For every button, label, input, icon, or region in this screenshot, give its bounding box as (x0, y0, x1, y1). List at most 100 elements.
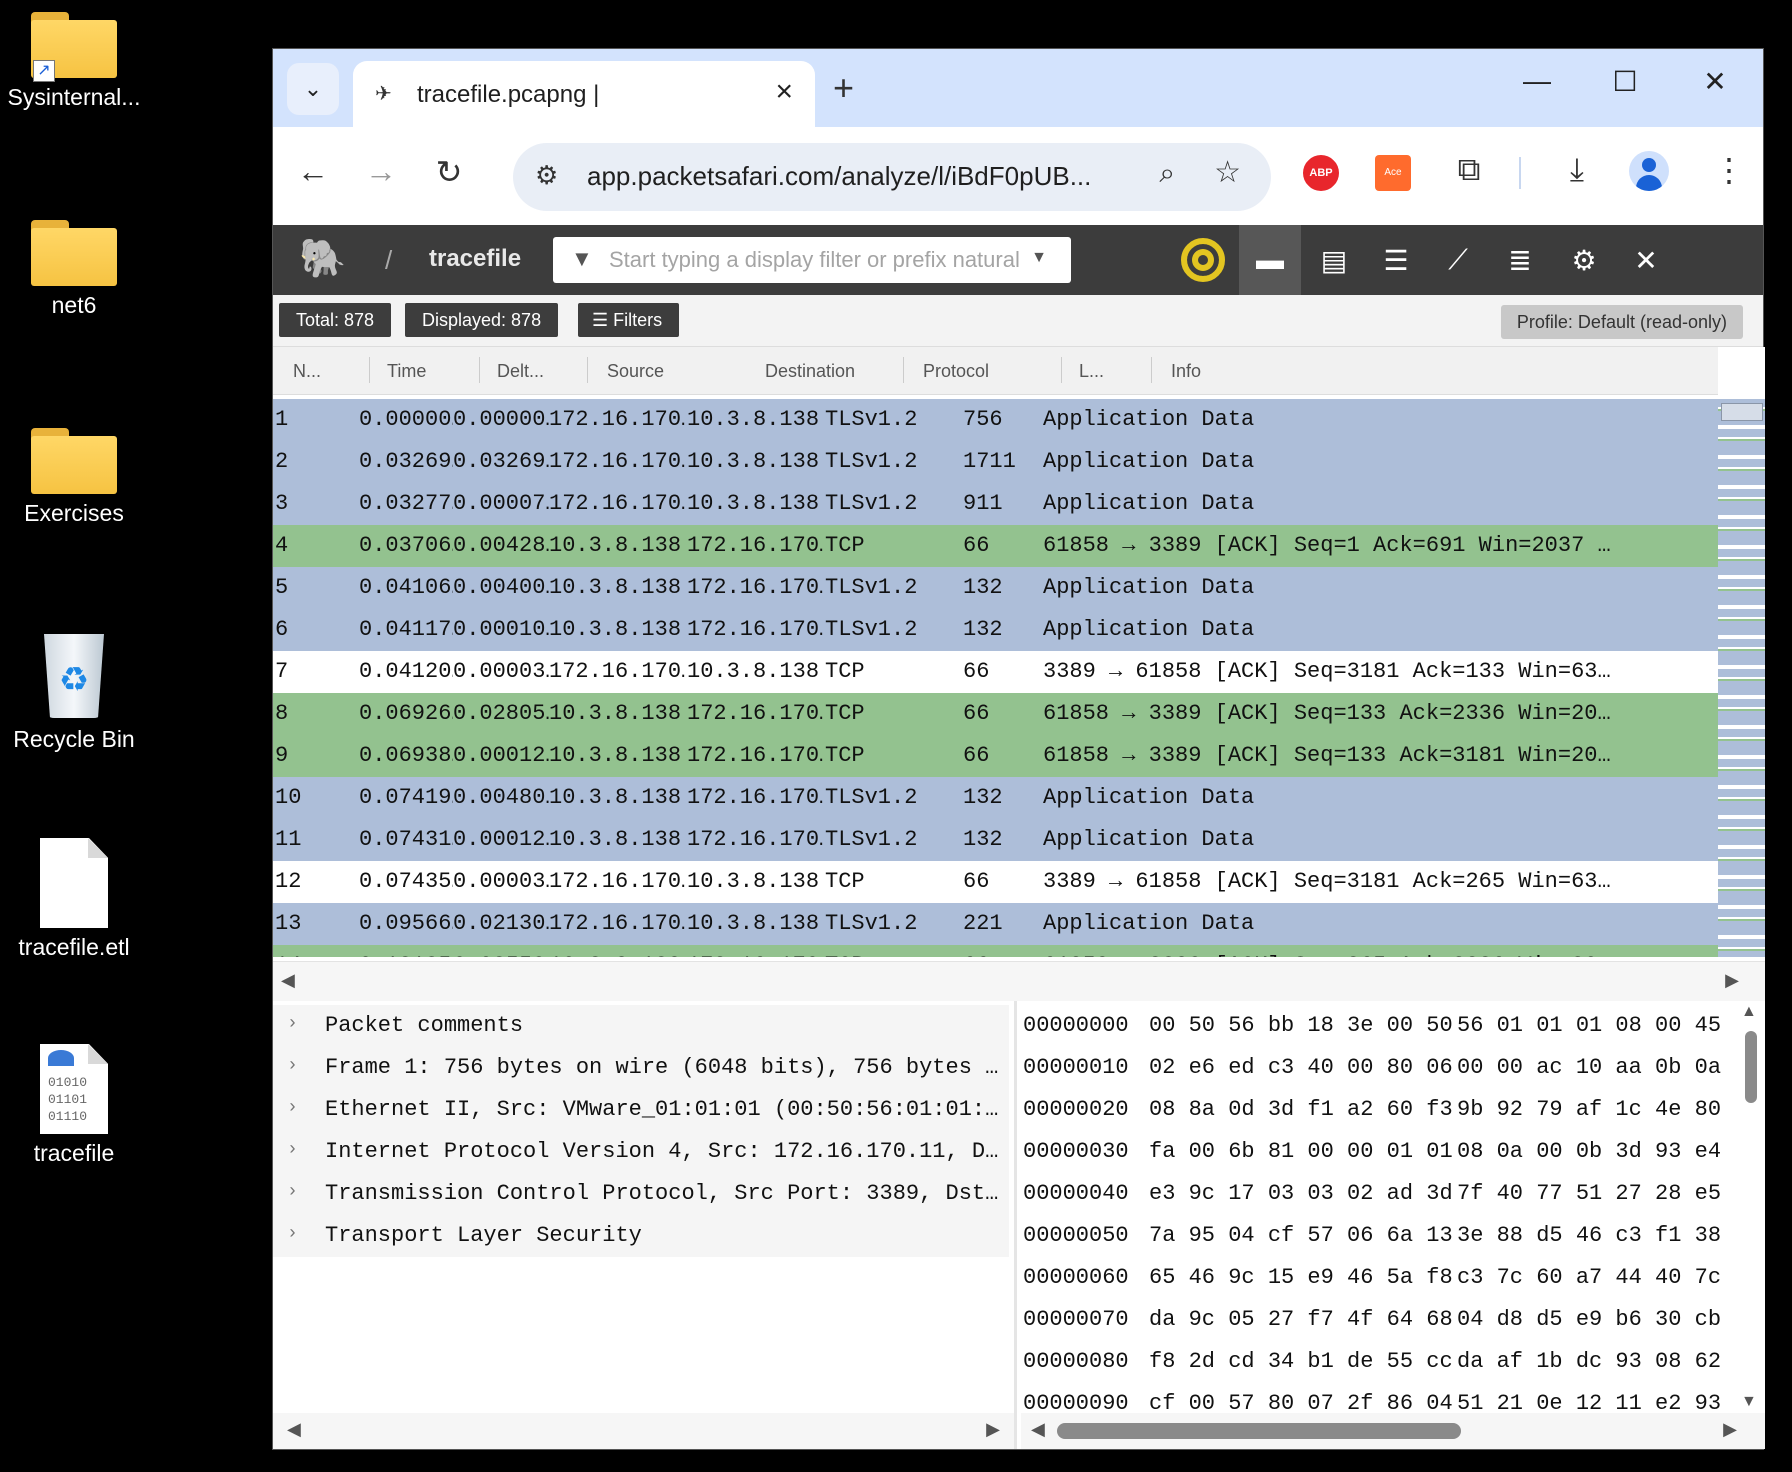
packet-row[interactable]: 7 0.04120…0.00003…172.16.170…10.3.8.138TC… (273, 651, 1718, 693)
packet-row[interactable]: 6 0.04117…0.00010…10.3.8.138172.16.170…TL… (273, 609, 1718, 651)
open-file-folder-icon[interactable]: ▬ (1239, 225, 1301, 295)
scroll-left-icon[interactable]: ◀ (1031, 1419, 1045, 1440)
packet-minimap[interactable] (1718, 399, 1765, 957)
desktop-icon-net6[interactable]: net6 (0, 220, 148, 319)
desktop-icon-tracefile[interactable]: 01010 01101 01110 tracefile (0, 1044, 148, 1167)
col-header-protocol[interactable]: Protocol (923, 361, 989, 382)
statistics-chart-icon[interactable]: ⟋ (1427, 225, 1489, 295)
col-header-delta[interactable]: Delt... (497, 361, 544, 382)
minimize-button[interactable]: — (1515, 65, 1559, 97)
packet-row[interactable]: 13 0.09566…0.02130…172.16.170…10.3.8.138T… (273, 903, 1718, 945)
browser-tab[interactable]: ✈ tracefile.pcapng | × (353, 61, 815, 127)
packet-row[interactable]: 9 0.06938…0.00012…10.3.8.138172.16.170…TC… (273, 735, 1718, 777)
detail-tree-node[interactable]: › Ethernet II, Src: VMware_01:01:01 (00:5… (273, 1089, 1009, 1131)
scroll-left-icon[interactable]: ◀ (287, 1419, 301, 1440)
maximize-button[interactable]: ☐ (1603, 65, 1647, 98)
bytes-hscroll[interactable]: ◀ ▶ (1021, 1413, 1765, 1449)
hex-row[interactable]: 00000030 fa 00 6b 81 00 00 01 01 08 0a 00 … (1021, 1131, 1727, 1173)
chevron-right-icon[interactable]: › (287, 1224, 298, 1244)
chevron-right-icon[interactable]: › (287, 1182, 298, 1202)
hex-row[interactable]: 00000000 00 50 56 bb 18 3e 00 50 56 01 01 … (1021, 1005, 1727, 1047)
extensions-puzzle-icon[interactable]: ⧉ (1447, 151, 1491, 189)
scroll-left-icon[interactable]: ◀ (281, 970, 295, 991)
address-bar[interactable]: ⚙ app.packetsafari.com/analyze/l/iBdF0pU… (513, 143, 1271, 211)
col-header-no[interactable]: N... (293, 361, 321, 382)
packet-row[interactable]: 14 0.13125…0.03559…10.3.8.138172.16.170…T… (273, 945, 1718, 957)
adblock-extension-icon[interactable]: ABP (1303, 155, 1339, 191)
detail-tree-node[interactable]: › Packet comments (273, 1005, 1009, 1047)
packet-row[interactable]: 8 0.06926…0.02805…10.3.8.138172.16.170…TC… (273, 693, 1718, 735)
detail-tree-node[interactable]: › Transmission Control Protocol, Src Port… (273, 1173, 1009, 1215)
desktop-icon-sysinternals[interactable]: ↗ Sysinternal... (0, 12, 148, 111)
new-tab-button[interactable]: + (833, 67, 854, 109)
chevron-right-icon[interactable]: › (287, 1014, 298, 1034)
scroll-up-icon[interactable]: ▲ (1741, 1003, 1757, 1021)
chevron-right-icon[interactable]: › (287, 1098, 298, 1118)
tab-search-button[interactable]: ⌄ (287, 63, 339, 115)
close-window-button[interactable]: ✕ (1693, 65, 1737, 98)
desktop-icon-recycle-bin[interactable]: ♻ Recycle Bin (0, 624, 148, 753)
hscroll-thumb[interactable] (1057, 1423, 1461, 1439)
elephant-logo-icon[interactable]: 🐘 (299, 237, 346, 281)
packet-row[interactable]: 3 0.03277…0.00007…172.16.170…10.3.8.138TL… (273, 483, 1718, 525)
col-header-info[interactable]: Info (1171, 361, 1201, 382)
detail-tree-node[interactable]: › Transport Layer Security (273, 1215, 1009, 1257)
ace-extension-icon[interactable]: Ace (1375, 155, 1411, 191)
ai-assistant-icon[interactable] (1181, 238, 1225, 282)
back-button[interactable]: ← (291, 153, 335, 190)
detail-tree-node[interactable]: › Internet Protocol Version 4, Src: 172.1… (273, 1131, 1009, 1173)
hex-row[interactable]: 00000070 da 9c 05 27 f7 4f 64 68 04 d8 d5 … (1021, 1299, 1727, 1341)
profile-avatar[interactable] (1629, 151, 1669, 191)
hex-row[interactable]: 00000020 08 8a 0d 3d f1 a2 60 f3 9b 92 79 … (1021, 1089, 1727, 1131)
col-header-destination[interactable]: Destination (765, 361, 855, 382)
detail-tree-node[interactable]: › Frame 1: 756 bytes on wire (6048 bits),… (273, 1047, 1009, 1089)
scroll-right-icon[interactable]: ▶ (1723, 1419, 1737, 1440)
packet-row[interactable]: 10.00000…0.00000…172.16.170…10.3.8.138TL… (273, 399, 1718, 441)
chevron-right-icon[interactable]: › (287, 1056, 298, 1076)
hex-row[interactable]: 00000010 02 e6 ed c3 40 00 80 06 00 00 ac … (1021, 1047, 1727, 1089)
download-icon[interactable]: ⤓ (1555, 151, 1599, 189)
comment-icon[interactable]: ▤ (1303, 225, 1365, 295)
packet-row[interactable]: 4 0.03706…0.00428…10.3.8.138172.16.170…TC… (273, 525, 1718, 567)
profile-badge[interactable]: Profile: Default (read-only) (1500, 305, 1743, 339)
filter-dropdown-icon[interactable]: ▼ (1031, 249, 1047, 267)
bookmark-star-icon[interactable]: ☆ (1214, 155, 1241, 190)
desktop-icon-tracefile-etl[interactable]: tracefile.etl (0, 838, 148, 961)
tab-close-icon[interactable]: × (775, 75, 793, 109)
scroll-down-icon[interactable]: ▼ (1741, 1393, 1757, 1411)
hex-row[interactable]: 00000080 f8 2d cd 34 b1 de 55 cc da af 1b … (1021, 1341, 1727, 1383)
packet-list-hscroll[interactable]: ◀ ▶ (273, 961, 1765, 1001)
packet-row[interactable]: 12 0.07435…0.00003…172.16.170…10.3.8.138T… (273, 861, 1718, 903)
col-header-length[interactable]: L... (1079, 361, 1104, 382)
col-header-source[interactable]: Source (607, 361, 664, 382)
filters-button[interactable]: ☰ Filters (578, 303, 680, 337)
scroll-right-icon[interactable]: ▶ (986, 1419, 1000, 1440)
site-settings-icon[interactable]: ⚙ (535, 160, 558, 191)
packet-row[interactable]: 5 0.04106…0.00400…10.3.8.138172.16.170…TL… (273, 567, 1718, 609)
hex-row[interactable]: 00000040 e3 9c 17 03 03 02 ad 3d 7f 40 77 … (1021, 1173, 1727, 1215)
minimap-thumb[interactable] (1721, 403, 1763, 421)
list-view-icon[interactable]: ≣ (1489, 225, 1551, 295)
bytes-vscroll[interactable]: ▲ ▼ (1735, 1001, 1765, 1413)
forward-button[interactable]: → (359, 153, 403, 190)
zoom-icon[interactable]: ⌕ (1159, 157, 1175, 190)
packet-row[interactable]: 11 0.07431…0.00012…10.3.8.138172.16.170…T… (273, 819, 1718, 861)
desktop-icon-exercises[interactable]: Exercises (0, 428, 148, 527)
scroll-right-icon[interactable]: ▶ (1725, 970, 1739, 991)
settings-gear-icon[interactable]: ⚙ (1553, 225, 1615, 295)
close-app-icon[interactable]: ✕ (1615, 225, 1677, 295)
packet-row[interactable]: 10 0.07419…0.00480…10.3.8.138172.16.170…T… (273, 777, 1718, 819)
url-text[interactable]: app.packetsafari.com/analyze/l/iBdF0pUB.… (587, 161, 1127, 192)
details-hscroll[interactable]: ◀ ▶ (273, 1413, 1014, 1449)
packet-row[interactable]: 20.03269…0.03269…172.16.170…10.3.8.138TL… (273, 441, 1718, 483)
breadcrumb-file-name[interactable]: tracefile (429, 245, 521, 273)
chevron-right-icon[interactable]: › (287, 1140, 298, 1160)
hex-row[interactable]: 00000060 65 46 9c 15 e9 46 5a f8 c3 7c 60 … (1021, 1257, 1727, 1299)
reload-button[interactable]: ↻ (427, 153, 471, 191)
kebab-menu-icon[interactable]: ⋮ (1707, 151, 1751, 189)
vscroll-thumb[interactable] (1745, 1031, 1757, 1103)
layout-panes-icon[interactable]: ☰ (1365, 225, 1427, 295)
display-filter-box[interactable]: ▼ ▼ (553, 237, 1071, 283)
col-header-time[interactable]: Time (387, 361, 426, 382)
display-filter-input[interactable] (609, 243, 1019, 277)
